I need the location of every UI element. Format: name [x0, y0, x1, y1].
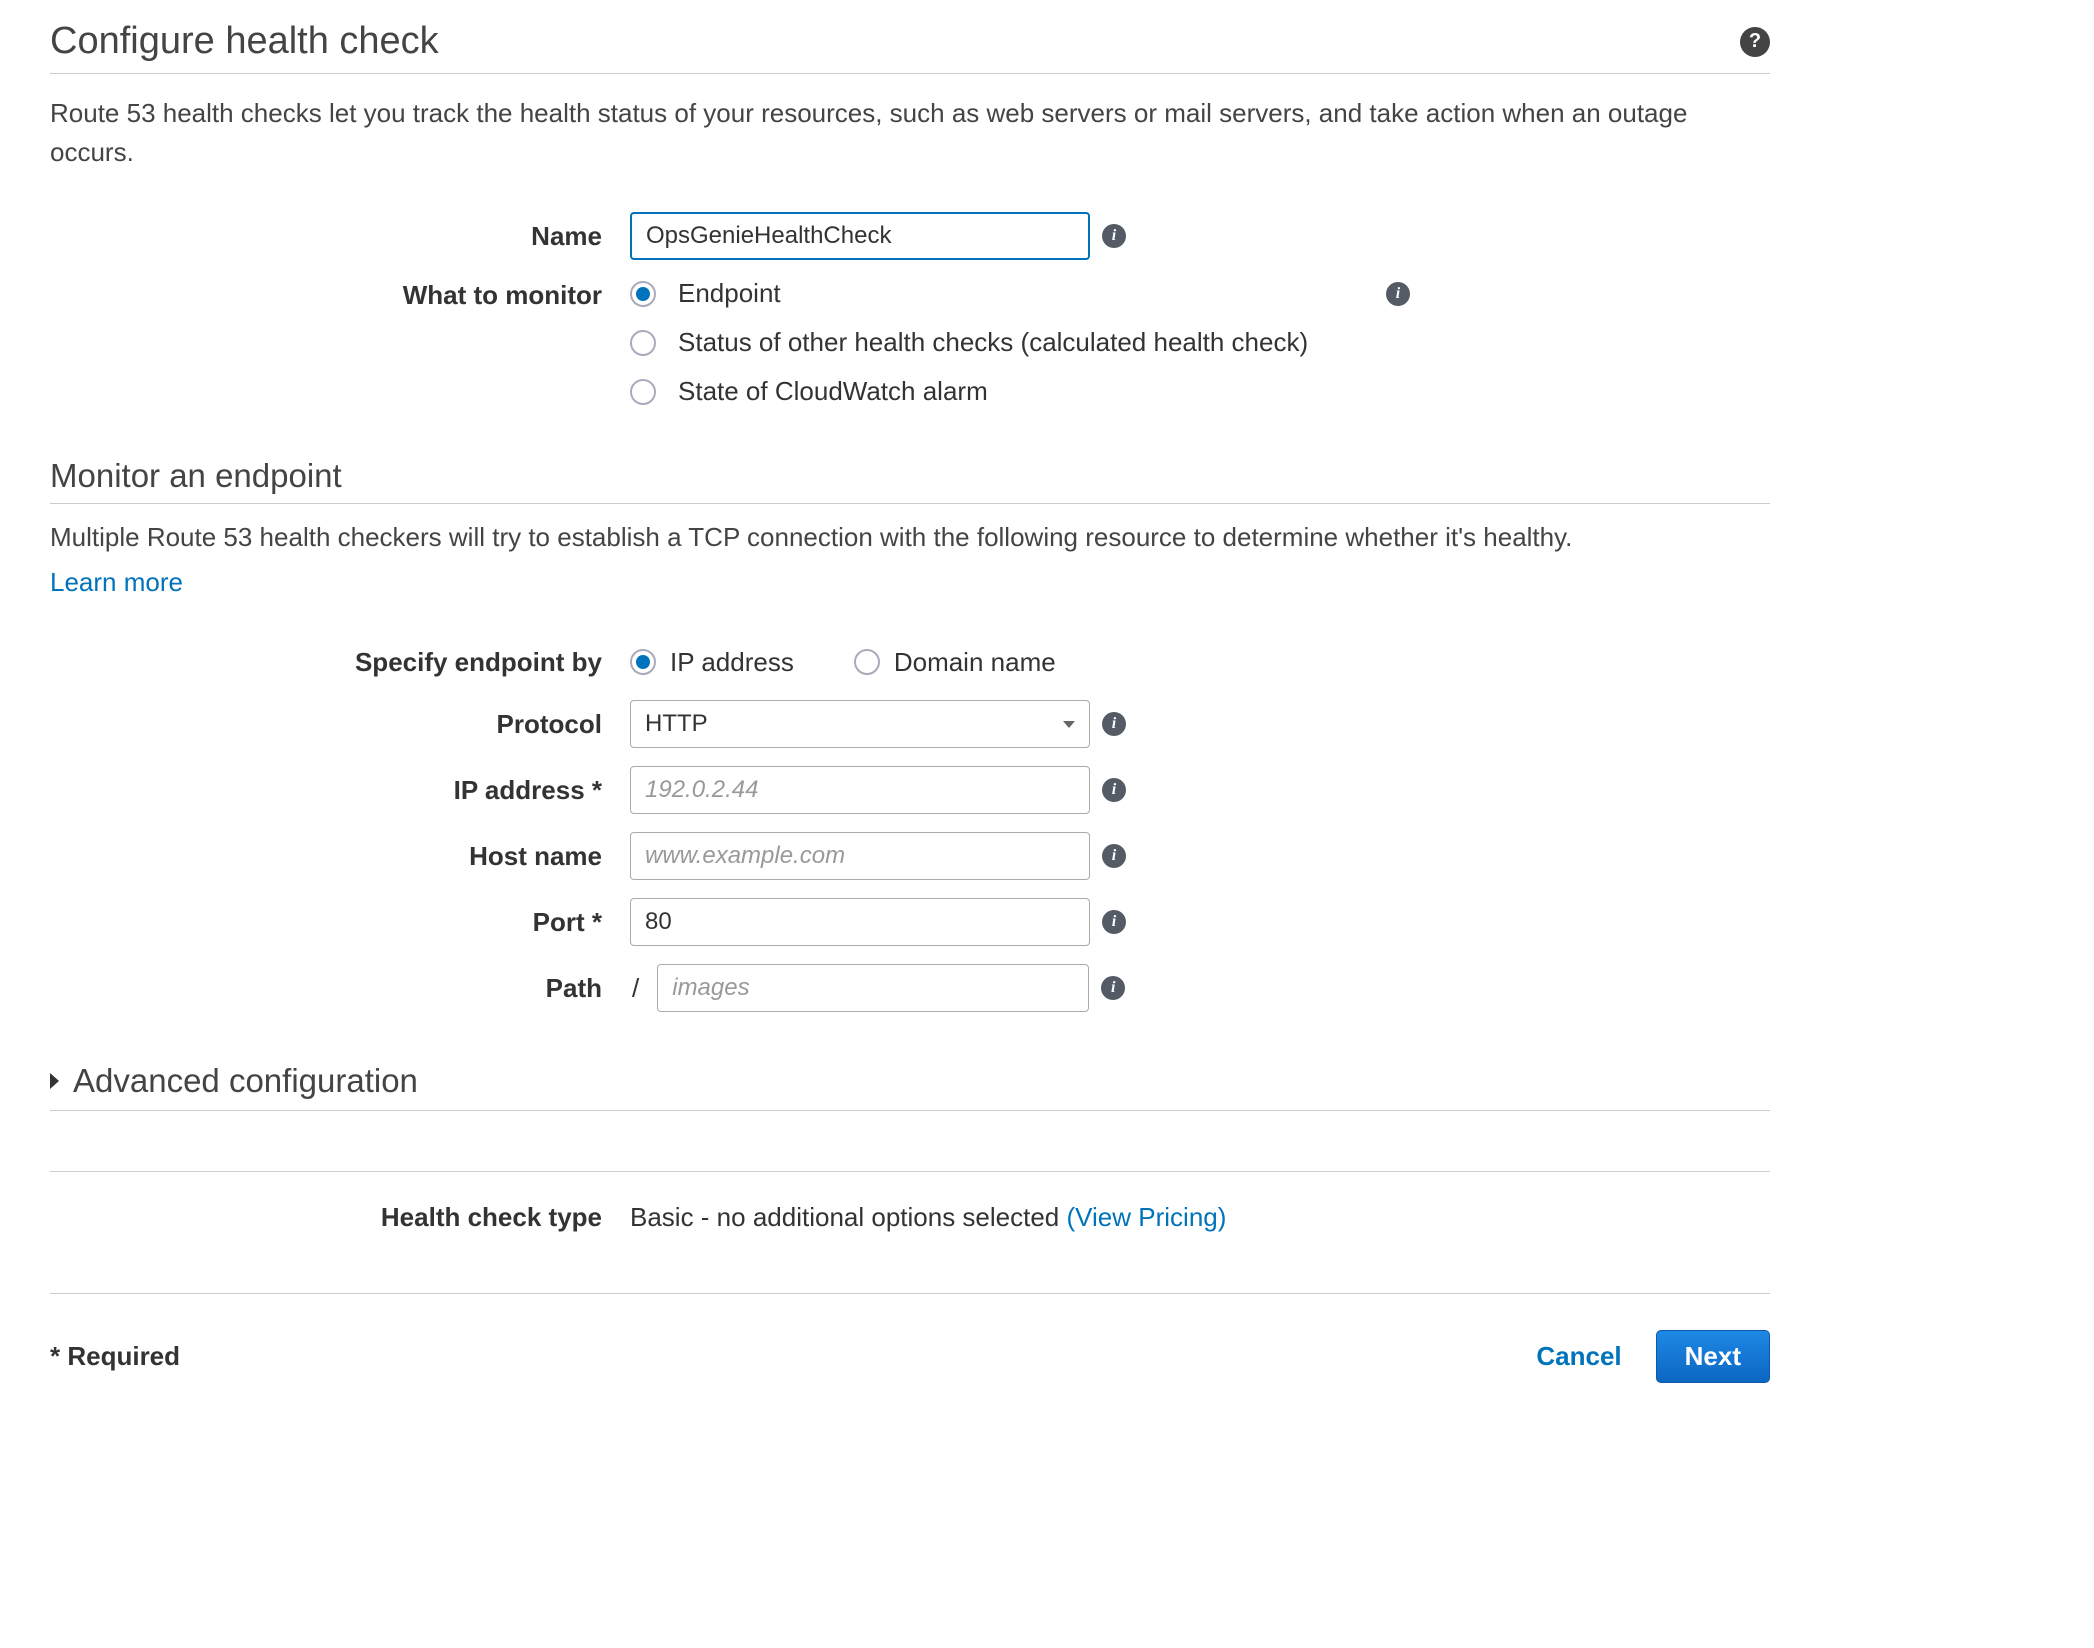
radio-cloudwatch[interactable]	[630, 379, 656, 405]
what-to-monitor-row: What to monitor Endpoint i Status of oth…	[50, 278, 1770, 407]
info-icon[interactable]: i	[1102, 778, 1126, 802]
path-prefix: /	[630, 973, 645, 1004]
monitor-endpoint-desc: Multiple Route 53 health checkers will t…	[50, 518, 1770, 602]
page-title: Configure health check	[50, 20, 439, 63]
radio-endpoint-label: Endpoint	[678, 278, 1364, 309]
path-label: Path	[50, 973, 630, 1004]
ip-address-row: IP address * i	[50, 766, 1770, 814]
host-name-input[interactable]	[630, 832, 1090, 880]
page-header: Configure health check ?	[50, 20, 1770, 74]
learn-more-link[interactable]: Learn more	[50, 563, 1770, 602]
host-name-row: Host name i	[50, 832, 1770, 880]
path-row: Path / i	[50, 964, 1770, 1012]
info-icon[interactable]: i	[1102, 224, 1126, 248]
specify-endpoint-label: Specify endpoint by	[50, 647, 630, 678]
radio-ip-address-label: IP address	[670, 647, 794, 678]
name-row: Name i	[50, 212, 1770, 260]
specify-endpoint-row: Specify endpoint by IP address Domain na…	[50, 642, 1770, 682]
protocol-select[interactable]: HTTP	[630, 700, 1090, 748]
radio-domain-name[interactable]	[854, 649, 880, 675]
info-icon[interactable]: i	[1101, 976, 1125, 1000]
ip-address-label: IP address *	[50, 775, 630, 806]
radio-calculated-label: Status of other health checks (calculate…	[678, 327, 1308, 358]
protocol-value: HTTP	[645, 710, 708, 738]
health-check-type-label: Health check type	[50, 1202, 630, 1233]
name-label: Name	[50, 221, 630, 252]
host-name-label: Host name	[50, 841, 630, 872]
info-icon[interactable]: i	[1102, 844, 1126, 868]
advanced-config-label: Advanced configuration	[73, 1062, 418, 1100]
ip-address-input[interactable]	[630, 766, 1090, 814]
radio-cloudwatch-label: State of CloudWatch alarm	[678, 376, 988, 407]
path-input[interactable]	[657, 964, 1089, 1012]
next-button[interactable]: Next	[1656, 1330, 1770, 1383]
cancel-button[interactable]: Cancel	[1536, 1341, 1621, 1372]
help-icon[interactable]: ?	[1740, 27, 1770, 57]
monitor-endpoint-title: Monitor an endpoint	[50, 457, 1770, 504]
radio-endpoint[interactable]	[630, 281, 656, 307]
required-note: * Required	[50, 1341, 180, 1372]
port-label: Port *	[50, 907, 630, 938]
radio-domain-name-label: Domain name	[894, 647, 1056, 678]
name-input[interactable]	[630, 212, 1090, 260]
info-icon[interactable]: i	[1102, 712, 1126, 736]
info-icon[interactable]: i	[1102, 910, 1126, 934]
port-row: Port * i	[50, 898, 1770, 946]
chevron-down-icon	[1063, 721, 1075, 728]
radio-calculated[interactable]	[630, 330, 656, 356]
view-pricing-link[interactable]: (View Pricing)	[1067, 1202, 1227, 1232]
advanced-config-toggle[interactable]: Advanced configuration	[50, 1062, 1770, 1111]
chevron-right-icon	[50, 1073, 59, 1089]
page-description: Route 53 health checks let you track the…	[50, 94, 1770, 172]
what-to-monitor-label: What to monitor	[50, 278, 630, 311]
protocol-row: Protocol HTTP i	[50, 700, 1770, 748]
health-check-type-value: Basic - no additional options selected	[630, 1202, 1067, 1232]
info-icon[interactable]: i	[1386, 282, 1410, 306]
radio-ip-address[interactable]	[630, 649, 656, 675]
port-input[interactable]	[630, 898, 1090, 946]
protocol-label: Protocol	[50, 709, 630, 740]
